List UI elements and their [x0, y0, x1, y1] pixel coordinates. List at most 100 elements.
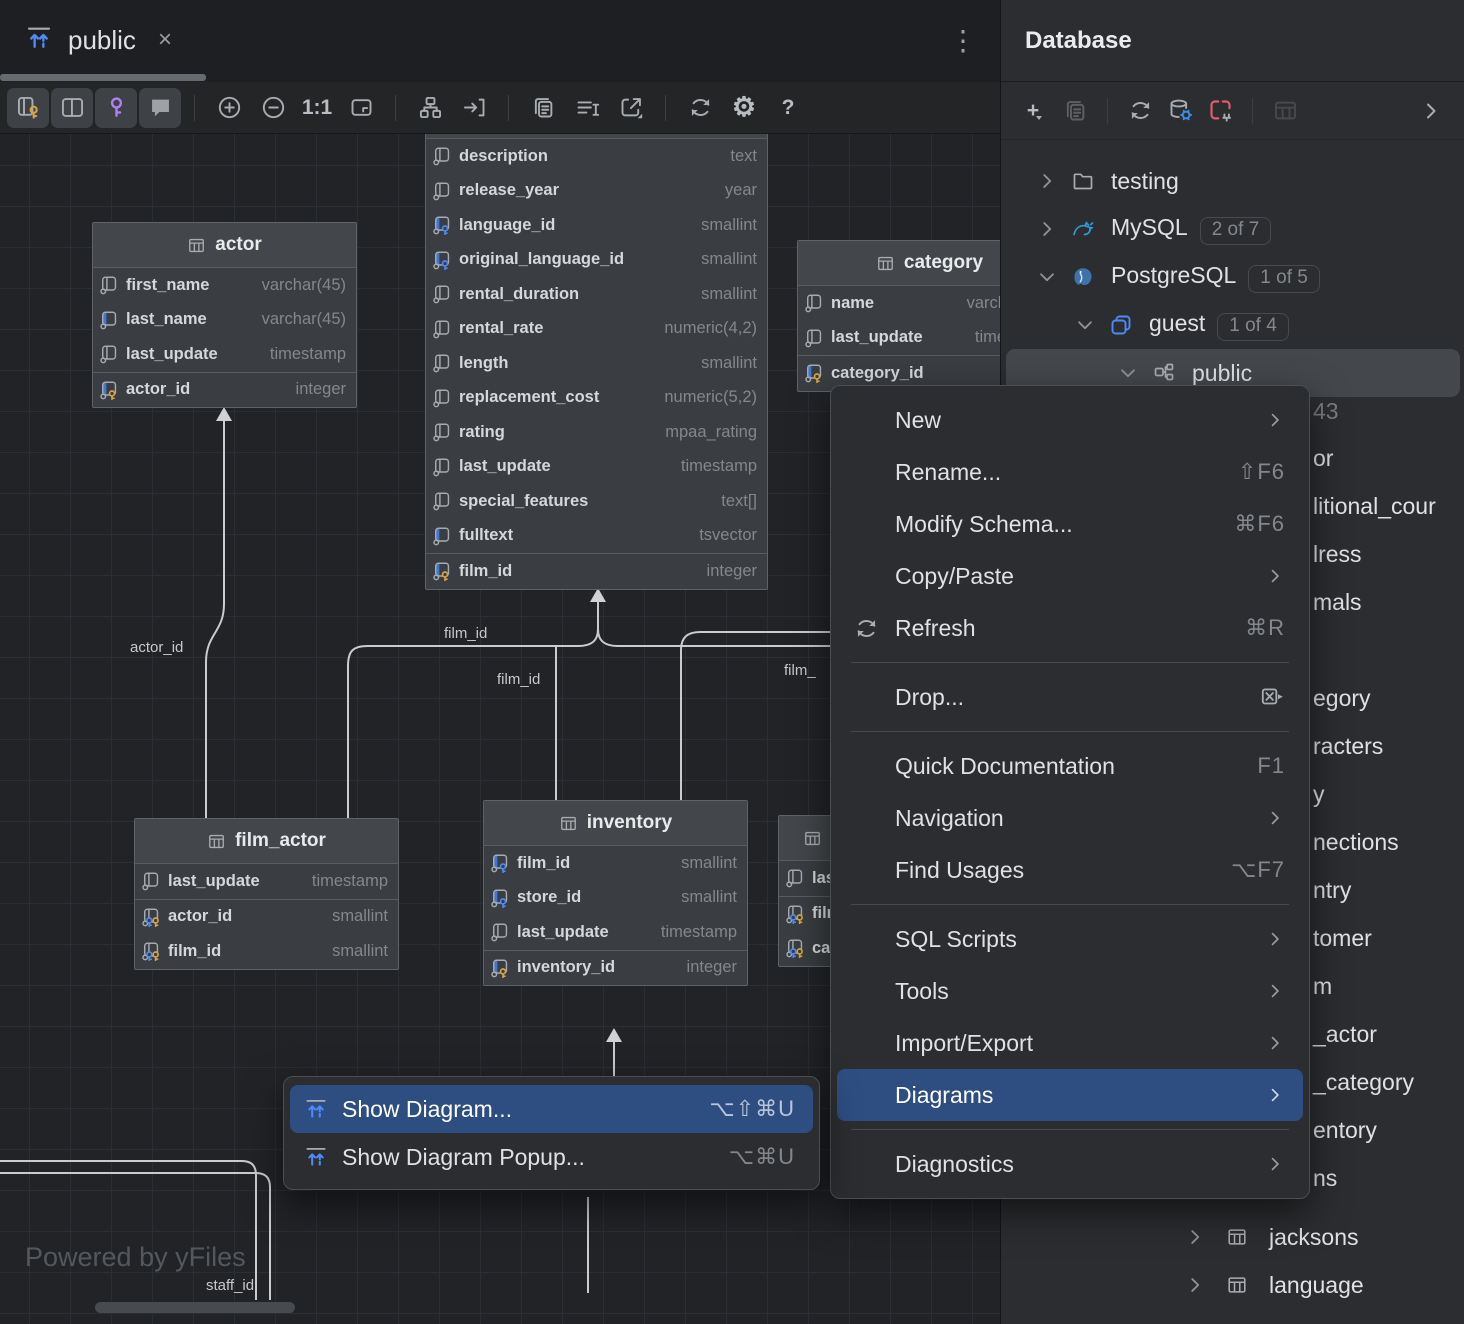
- tree-item-fragment[interactable]: ntry: [1313, 877, 1351, 904]
- column-replacement-cost[interactable]: replacement_cost numeric(5,2): [426, 381, 767, 416]
- column-film-id[interactable]: film_id smallint: [484, 846, 747, 881]
- chevron-down-icon[interactable]: [1036, 266, 1060, 288]
- add-data-source-button[interactable]: +: [1016, 91, 1054, 131]
- kebab-menu-icon[interactable]: ⋮: [948, 22, 978, 60]
- settings-button[interactable]: ⚙: [723, 88, 765, 128]
- tree-item-jacksons[interactable]: jacksons: [1001, 1213, 1464, 1261]
- help-button[interactable]: ?: [767, 88, 809, 128]
- chevron-right-icon[interactable]: [1184, 1274, 1208, 1296]
- tree-item-fragment[interactable]: racters: [1313, 733, 1383, 760]
- menu-item-sql-scripts[interactable]: SQL Scripts: [837, 913, 1303, 965]
- copy-diagram-button[interactable]: [522, 88, 564, 128]
- tree-item-item[interactable]: [1001, 1309, 1464, 1324]
- tree-item-fragment[interactable]: _category: [1313, 1069, 1414, 1096]
- tree-item-fragment[interactable]: egory: [1313, 685, 1371, 712]
- comments-toggle-button[interactable]: [139, 88, 181, 128]
- tree-item-fragment[interactable]: nections: [1313, 829, 1399, 856]
- column-length[interactable]: length smallint: [426, 346, 767, 381]
- disconnect-button[interactable]: [1201, 91, 1239, 131]
- auto-layout-button[interactable]: [409, 88, 451, 128]
- menu-item-modify-schema[interactable]: Modify Schema...⌘F6: [837, 498, 1303, 550]
- table-header[interactable]: category: [798, 241, 1000, 286]
- keys-toggle-button[interactable]: [95, 88, 137, 128]
- diagram-table-film[interactable]: film description text release_year year …: [425, 134, 768, 590]
- column-store-id[interactable]: store_id smallint: [484, 881, 747, 916]
- chevron-down-icon[interactable]: [1074, 314, 1098, 336]
- column-special-features[interactable]: special_features text[]: [426, 484, 767, 519]
- column-last-name[interactable]: last_name varchar(45): [93, 303, 356, 338]
- columns-toggle-button[interactable]: [51, 88, 93, 128]
- tree-item-fragment[interactable]: _actor: [1313, 1021, 1377, 1048]
- column-rental-rate[interactable]: rental_rate numeric(4,2): [426, 312, 767, 347]
- export-diagram-button[interactable]: [610, 88, 652, 128]
- tree-item-mysql[interactable]: MySQL2 of 7: [1001, 205, 1464, 253]
- tree-item-fragment[interactable]: entory: [1313, 1117, 1377, 1144]
- chevron-right-icon[interactable]: [1036, 218, 1060, 240]
- menu-item-copy-paste[interactable]: Copy/Paste: [837, 550, 1303, 602]
- tree-item-fragment[interactable]: ns: [1313, 1165, 1337, 1192]
- jump-to-source-button[interactable]: [453, 88, 495, 128]
- column-first-name[interactable]: first_name varchar(45): [93, 268, 356, 303]
- submenu-item-show-diagram-popup[interactable]: Show Diagram Popup...⌥⌘U: [290, 1133, 813, 1181]
- column-last-update[interactable]: last_update timestamp: [135, 864, 398, 899]
- tree-item-fragment[interactable]: m: [1313, 973, 1332, 1000]
- column-rental-duration[interactable]: rental_duration smallint: [426, 277, 767, 312]
- close-icon[interactable]: ×: [158, 26, 172, 54]
- tree-item-guest[interactable]: guest1 of 4: [1001, 301, 1464, 349]
- diagram-table-film-actor[interactable]: film_actor last_update timestamp actor_i…: [134, 818, 399, 970]
- horizontal-scrollbar-thumb[interactable]: [95, 1302, 295, 1313]
- column-last-update[interactable]: last_update timestamp: [93, 337, 356, 372]
- column-actor-id[interactable]: actor_id smallint: [135, 900, 398, 935]
- column-fulltext[interactable]: fulltext tsvector: [426, 519, 767, 554]
- column-name[interactable]: name varchar(25): [798, 286, 1000, 321]
- chevron-right-icon[interactable]: [1184, 1226, 1208, 1248]
- tree-item-language[interactable]: language: [1001, 1261, 1464, 1309]
- tree-item-fragment[interactable]: litional_cour: [1313, 493, 1436, 520]
- column-last-update[interactable]: last_update timestamp: [426, 450, 767, 485]
- tree-item-fragment[interactable]: or: [1313, 445, 1333, 472]
- menu-item-refresh[interactable]: Refresh⌘R: [837, 602, 1303, 654]
- chevron-right-icon[interactable]: [1036, 170, 1060, 192]
- submenu-item-show-diagram[interactable]: Show Diagram...⌥⇧⌘U: [290, 1085, 813, 1133]
- column-rating[interactable]: rating mpaa_rating: [426, 415, 767, 450]
- table-header[interactable]: film_actor: [135, 819, 398, 864]
- tree-item-testing[interactable]: testing: [1001, 157, 1464, 205]
- panel-expand-icon[interactable]: [1412, 91, 1450, 131]
- tree-item-fragment[interactable]: lress: [1313, 541, 1362, 568]
- menu-item-rename[interactable]: Rename...⇧F6: [837, 446, 1303, 498]
- column-last-update[interactable]: last_update timestamp: [798, 321, 1000, 356]
- menu-item-import-export[interactable]: Import/Export: [837, 1017, 1303, 1069]
- zoom-in-button[interactable]: [208, 88, 250, 128]
- primary-keys-toggle-button[interactable]: [7, 88, 49, 128]
- tree-item-fragment[interactable]: tomer: [1313, 925, 1372, 952]
- menu-item-drop[interactable]: Drop...: [837, 671, 1303, 723]
- column-last-update[interactable]: last_update timestamp: [484, 915, 747, 950]
- menu-item-diagnostics[interactable]: Diagnostics: [837, 1138, 1303, 1190]
- tree-item-fragment[interactable]: mals: [1313, 589, 1362, 616]
- column-language-id[interactable]: language_id smallint: [426, 208, 767, 243]
- fit-content-button[interactable]: [340, 88, 382, 128]
- column-film-id[interactable]: film_id smallint: [135, 934, 398, 969]
- tree-item-postgresql[interactable]: PostgreSQL1 of 5: [1001, 253, 1464, 301]
- show-details-button[interactable]: [566, 88, 608, 128]
- menu-item-diagrams[interactable]: Diagrams: [837, 1069, 1303, 1121]
- tree-item-fragment[interactable]: 43: [1313, 398, 1339, 425]
- actual-size-button[interactable]: 1:1: [296, 88, 338, 128]
- chevron-down-icon[interactable]: [1117, 362, 1141, 384]
- diagram-table-category[interactable]: category name varchar(25) last_update ti…: [797, 240, 1000, 392]
- menu-item-new[interactable]: New: [837, 394, 1303, 446]
- menu-item-quick-documentation[interactable]: Quick DocumentationF1: [837, 740, 1303, 792]
- table-header[interactable]: inventory: [484, 801, 747, 846]
- column-film-id[interactable]: film_id integer: [426, 554, 767, 589]
- refresh-button[interactable]: [1121, 91, 1159, 131]
- data-source-properties-button[interactable]: [1161, 91, 1199, 131]
- zoom-out-button[interactable]: [252, 88, 294, 128]
- menu-item-find-usages[interactable]: Find Usages⌥F7: [837, 844, 1303, 896]
- column-actor-id[interactable]: actor_id integer: [93, 373, 356, 408]
- diagram-table-inventory[interactable]: inventory film_id smallint store_id smal…: [483, 800, 748, 986]
- column-inventory-id[interactable]: inventory_id integer: [484, 951, 747, 986]
- diagram-table-actor[interactable]: actor first_name varchar(45) last_name v…: [92, 222, 357, 408]
- refresh-diagram-button[interactable]: [679, 88, 721, 128]
- tree-item-fragment[interactable]: y: [1313, 781, 1325, 808]
- column-description[interactable]: description text: [426, 139, 767, 174]
